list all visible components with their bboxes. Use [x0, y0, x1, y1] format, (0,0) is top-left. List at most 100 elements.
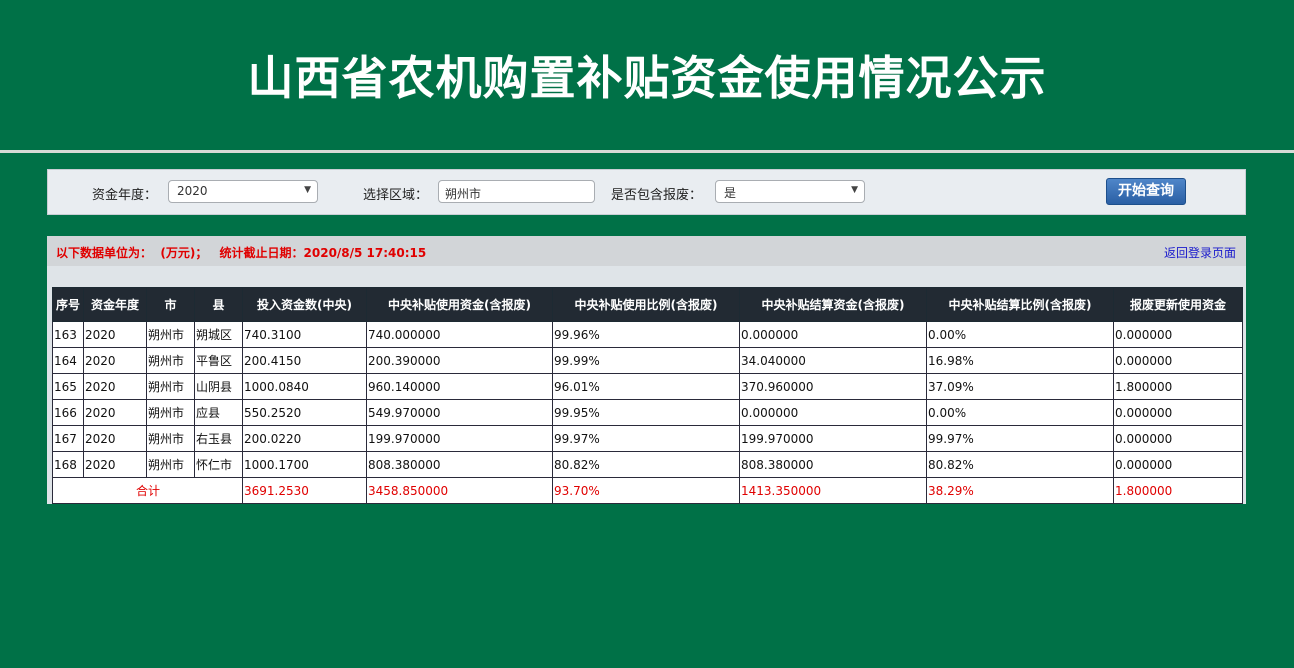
- table-row: 168 2020 朔州市 怀仁市 1000.1700 808.380000 80…: [52, 451, 1243, 478]
- table-header-row: 序号 资金年度 市 县 投入资金数(中央) 中央补贴使用资金(含报废) 中央补贴…: [52, 287, 1243, 322]
- total-cell: 93.70%: [552, 477, 740, 504]
- table-cell: 740.000000: [366, 321, 553, 348]
- col-header-index: 序号: [52, 287, 84, 322]
- table-row: 164 2020 朔州市 平鲁区 200.4150 200.390000 99.…: [52, 347, 1243, 374]
- table-cell: 朔城区: [194, 321, 243, 348]
- table-cell: 960.140000: [366, 373, 553, 400]
- table-cell: 0.000000: [739, 399, 927, 426]
- year-select[interactable]: 2020 ▼: [168, 180, 318, 203]
- back-to-login-link[interactable]: 返回登录页面: [1164, 244, 1236, 261]
- scrap-select-value: 是: [724, 186, 737, 200]
- table-cell: 740.3100: [242, 321, 367, 348]
- table-cell: 165: [52, 373, 84, 400]
- table-cell: 200.390000: [366, 347, 553, 374]
- table-cell: 370.960000: [739, 373, 927, 400]
- chevron-down-icon: ▼: [304, 185, 311, 195]
- table-cell: 549.970000: [366, 399, 553, 426]
- table-cell: 2020: [83, 373, 147, 400]
- total-cell: 38.29%: [926, 477, 1114, 504]
- col-header-invested: 投入资金数(中央): [242, 287, 367, 322]
- total-cell: 1413.350000: [739, 477, 927, 504]
- table-cell: 199.970000: [739, 425, 927, 452]
- table-cell: 80.82%: [926, 451, 1114, 478]
- table-cell: 朔州市: [146, 451, 195, 478]
- col-header-settled: 中央补贴结算资金(含报废): [739, 287, 927, 322]
- table-cell: 0.000000: [1113, 451, 1243, 478]
- table-cell: 34.040000: [739, 347, 927, 374]
- table-row: 167 2020 朔州市 右玉县 200.0220 199.970000 99.…: [52, 425, 1243, 452]
- col-header-used: 中央补贴使用资金(含报废): [366, 287, 553, 322]
- table-cell: 右玉县: [194, 425, 243, 452]
- table-cell: 808.380000: [739, 451, 927, 478]
- col-header-settled-ratio: 中央补贴结算比例(含报废): [926, 287, 1114, 322]
- table-cell: 0.00%: [926, 399, 1114, 426]
- table-cell: 0.000000: [1113, 347, 1243, 374]
- table-cell: 200.0220: [242, 425, 367, 452]
- col-header-county: 县: [194, 287, 243, 322]
- info-bar: 以下数据单位为： (万元)； 统计截止日期：2020/8/5 17:40:15 …: [47, 236, 1246, 266]
- table-cell: 0.000000: [739, 321, 927, 348]
- table-cell: 1.800000: [1113, 373, 1243, 400]
- year-select-value: 2020: [177, 184, 208, 198]
- table-cell: 80.82%: [552, 451, 740, 478]
- table-cell: 37.09%: [926, 373, 1114, 400]
- total-cell: 1.800000: [1113, 477, 1243, 504]
- table-cell: 朔州市: [146, 373, 195, 400]
- query-button[interactable]: 开始查询: [1106, 178, 1186, 205]
- table-cell: 16.98%: [926, 347, 1114, 374]
- scrap-label: 是否包含报废：: [611, 188, 703, 203]
- table-cell: 200.4150: [242, 347, 367, 374]
- table-row: 165 2020 朔州市 山阴县 1000.0840 960.140000 96…: [52, 373, 1243, 400]
- table-cell: 应县: [194, 399, 243, 426]
- table-cell: 0.00%: [926, 321, 1114, 348]
- col-header-used-ratio: 中央补贴使用比例(含报废): [552, 287, 740, 322]
- table-cell: 2020: [83, 451, 147, 478]
- table-row: 163 2020 朔州市 朔城区 740.3100 740.000000 99.…: [52, 321, 1243, 348]
- table-cell: 0.000000: [1113, 425, 1243, 452]
- year-label: 资金年度：: [92, 188, 158, 203]
- table-cell: 167: [52, 425, 84, 452]
- table-cell: 550.2520: [242, 399, 367, 426]
- table-cell: 山阴县: [194, 373, 243, 400]
- table-cell: 166: [52, 399, 84, 426]
- table-row: 166 2020 朔州市 应县 550.2520 549.970000 99.9…: [52, 399, 1243, 426]
- total-cell: 3458.850000: [366, 477, 553, 504]
- table-cell: 0.000000: [1113, 399, 1243, 426]
- col-header-scrap-funds: 报废更新使用资金: [1113, 287, 1243, 322]
- table-cell: 朔州市: [146, 321, 195, 348]
- chevron-down-icon: ▼: [851, 185, 858, 195]
- results-panel: 以下数据单位为： (万元)； 统计截止日期：2020/8/5 17:40:15 …: [47, 236, 1246, 504]
- col-header-year: 资金年度: [83, 287, 147, 322]
- table-cell: 99.97%: [552, 425, 740, 452]
- data-table-wrap: 序号 资金年度 市 县 投入资金数(中央) 中央补贴使用资金(含报废) 中央补贴…: [52, 287, 1243, 504]
- table-cell: 朔州市: [146, 347, 195, 374]
- table-cell: 2020: [83, 321, 147, 348]
- table-cell: 朔州市: [146, 399, 195, 426]
- page-header: 山西省农机购置补贴资金使用情况公示: [0, 0, 1294, 150]
- scrap-select[interactable]: 是 ▼: [715, 180, 865, 203]
- table-cell: 1000.0840: [242, 373, 367, 400]
- table-cell: 平鲁区: [194, 347, 243, 374]
- date-text: 统计截止日期：2020/8/5 17:40:15: [219, 246, 427, 260]
- region-input[interactable]: 朔州市: [438, 180, 595, 203]
- total-row: 合计 3691.2530 3458.850000 93.70% 1413.350…: [52, 477, 1243, 504]
- info-text: 以下数据单位为： (万元)； 统计截止日期：2020/8/5 17:40:15: [56, 244, 434, 261]
- table-cell: 99.96%: [552, 321, 740, 348]
- table-cell: 朔州市: [146, 425, 195, 452]
- region-input-value: 朔州市: [445, 187, 482, 201]
- filter-bar: 资金年度： 2020 ▼ 选择区域： 朔州市 是否包含报废： 是 ▼ 开始查询: [47, 169, 1246, 215]
- region-label: 选择区域：: [363, 188, 429, 203]
- table-cell: 2020: [83, 425, 147, 452]
- table-cell: 2020: [83, 347, 147, 374]
- table-cell: 99.99%: [552, 347, 740, 374]
- table-cell: 99.95%: [552, 399, 740, 426]
- table-cell: 199.970000: [366, 425, 553, 452]
- unit-text: 以下数据单位为： (万元)；: [56, 246, 208, 260]
- table-cell: 0.000000: [1113, 321, 1243, 348]
- col-header-city: 市: [146, 287, 195, 322]
- table-cell: 99.97%: [926, 425, 1114, 452]
- total-cell: 3691.2530: [242, 477, 367, 504]
- table-cell: 96.01%: [552, 373, 740, 400]
- page-title: 山西省农机购置补贴资金使用情况公示: [247, 51, 1047, 105]
- table-cell: 163: [52, 321, 84, 348]
